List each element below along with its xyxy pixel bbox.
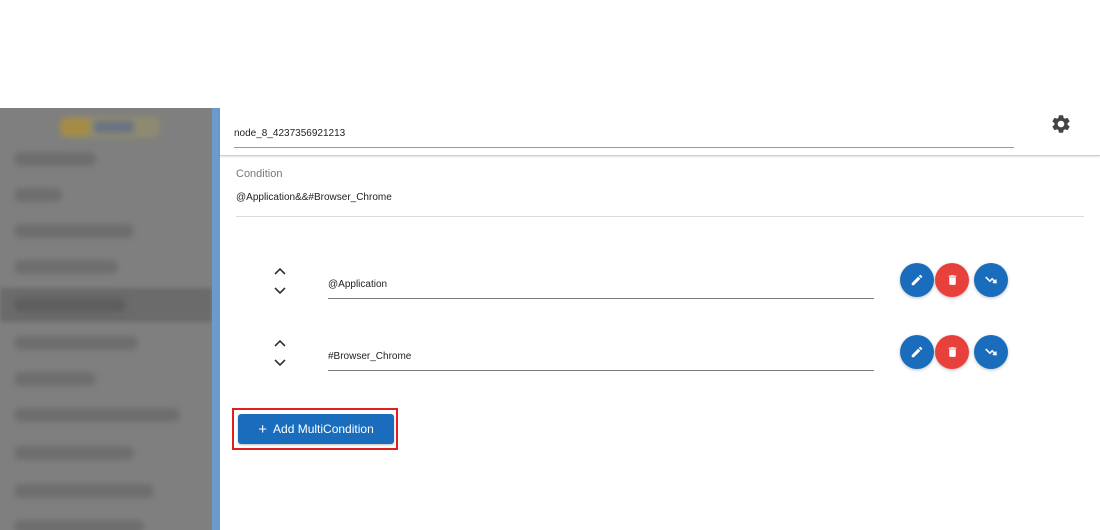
multi-condition-input[interactable] [328,263,874,299]
delete-button[interactable] [935,263,969,297]
edit-button[interactable] [900,335,934,369]
gear-icon[interactable] [1050,113,1072,135]
trash-icon [948,275,956,285]
sidebar-item [14,484,154,498]
trash-icon [948,347,956,357]
app-logo [60,116,160,138]
delete-button[interactable] [935,335,969,369]
node-header [220,108,1100,156]
sidebar-item [14,446,134,460]
multi-condition-row [220,263,1100,307]
sidebar-item [14,224,134,238]
panel-edge [212,108,220,530]
sidebar-item [14,408,180,422]
chevron-down-icon[interactable] [272,355,288,367]
chevron-down-icon[interactable] [272,283,288,295]
condition-divider [236,216,1084,217]
sidebar-item [14,372,96,386]
navigate-button[interactable] [974,335,1008,369]
sidebar-item [14,188,62,202]
sidebar-item [14,152,96,166]
navigate-button[interactable] [974,263,1008,297]
chevron-up-icon[interactable] [272,337,288,349]
trend-arrow-icon [985,276,997,284]
multi-condition-input[interactable] [328,335,874,371]
sidebar-overlay [0,108,212,530]
edit-button[interactable] [900,263,934,297]
add-multicondition-label: Add MultiCondition [273,422,374,436]
sidebar-item [14,520,144,530]
trend-arrow-icon [985,348,997,356]
pencil-icon [911,274,923,286]
condition-label: Condition [236,168,283,180]
sidebar-item [14,298,126,312]
pencil-icon [911,346,923,358]
sidebar-item [14,260,118,274]
node-editor-panel: Condition @Application&&#Browser_Chrome [220,108,1100,530]
condition-expression: @Application&&#Browser_Chrome [236,192,392,203]
add-multicondition-button[interactable]: + Add MultiCondition [238,414,394,444]
node-name-input[interactable] [234,114,1014,148]
sidebar-item [14,336,138,350]
add-multicondition-highlight: + Add MultiCondition [232,408,398,450]
multi-condition-row [220,335,1100,379]
top-blank-area [0,0,1100,108]
plus-icon: + [258,420,268,438]
chevron-up-icon[interactable] [272,265,288,277]
